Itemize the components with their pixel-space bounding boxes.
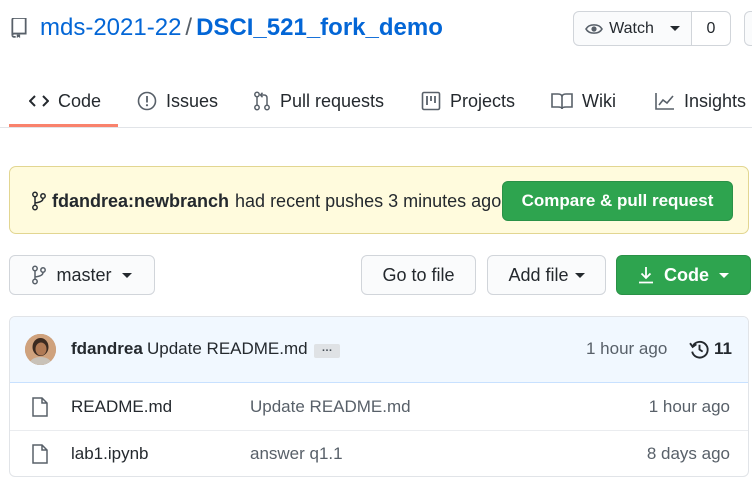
commit-time: 1 hour ago bbox=[586, 339, 668, 358]
add-file-label: Add file bbox=[508, 264, 569, 285]
code-download-button[interactable]: Code bbox=[616, 255, 751, 295]
branch-name: master bbox=[56, 264, 112, 285]
tab-code[interactable]: Code bbox=[29, 74, 101, 128]
file-commit-time: 8 days ago bbox=[646, 444, 730, 463]
graph-icon bbox=[655, 93, 674, 110]
file-commit-message-link[interactable]: Update README.md bbox=[250, 397, 411, 417]
download-icon bbox=[639, 267, 653, 284]
branch-select-button[interactable]: master bbox=[9, 255, 155, 295]
project-icon bbox=[421, 91, 441, 111]
watch-button[interactable]: Watch bbox=[573, 11, 692, 46]
latest-commit-bar: fdandrea Update README.md … 1 hour ago 1… bbox=[10, 317, 748, 383]
tab-wiki[interactable]: Wiki bbox=[551, 74, 616, 128]
file-commit-time: 1 hour ago bbox=[648, 397, 730, 416]
file-list: fdandrea Update README.md … 1 hour ago 1… bbox=[9, 316, 749, 477]
table-row: lab1.ipynb answer q1.1 8 days ago bbox=[10, 430, 748, 476]
issue-icon bbox=[137, 91, 157, 111]
book-icon bbox=[551, 93, 573, 110]
tab-projects-label: Projects bbox=[450, 90, 516, 111]
chevron-down-icon bbox=[121, 272, 132, 278]
repo-owner-link[interactable]: mds-2021-22 bbox=[40, 14, 181, 41]
repo-separator: / bbox=[185, 14, 193, 41]
branch-icon bbox=[32, 191, 46, 211]
star-button[interactable] bbox=[744, 11, 752, 46]
file-icon bbox=[32, 397, 48, 417]
file-name-link[interactable]: README.md bbox=[71, 397, 172, 417]
tab-projects[interactable]: Projects bbox=[421, 74, 515, 128]
file-icon bbox=[32, 444, 48, 464]
repo-title: mds-2021-22/DSCI_521_fork_demo bbox=[40, 12, 443, 44]
branch-icon bbox=[32, 265, 47, 285]
tab-insights[interactable]: Insights bbox=[655, 74, 746, 128]
code-button-label: Code bbox=[664, 264, 709, 285]
repo-icon bbox=[11, 18, 27, 38]
file-name-link[interactable]: lab1.ipynb bbox=[71, 444, 149, 464]
commit-count-link[interactable]: 11 bbox=[714, 339, 732, 359]
chevron-down-icon bbox=[669, 26, 680, 31]
history-icon bbox=[689, 340, 709, 359]
recent-push-message: fdandrea:newbranch had recent pushes 3 m… bbox=[32, 189, 501, 213]
code-icon bbox=[29, 95, 49, 107]
avatar[interactable] bbox=[25, 334, 56, 365]
avatar-image bbox=[25, 334, 56, 365]
tab-issues[interactable]: Issues bbox=[137, 74, 218, 128]
repo-name-link[interactable]: DSCI_521_fork_demo bbox=[196, 14, 443, 41]
commit-author-link[interactable]: fdandrea bbox=[71, 339, 143, 359]
recent-push-text: had recent pushes 3 minutes ago bbox=[235, 191, 502, 211]
commit-details-toggle[interactable]: … bbox=[314, 343, 340, 358]
chevron-down-icon bbox=[719, 272, 729, 278]
tab-issues-label: Issues bbox=[166, 90, 219, 111]
compare-pull-request-button[interactable]: Compare & pull request bbox=[502, 181, 733, 221]
tab-pull-requests[interactable]: Pull requests bbox=[253, 74, 384, 128]
tab-code-label: Code bbox=[58, 90, 102, 111]
watch-label: Watch bbox=[609, 19, 654, 37]
commit-message-link[interactable]: Update README.md bbox=[147, 339, 308, 359]
tab-insights-label: Insights bbox=[684, 90, 747, 111]
repo-nav: Code Issues Pull requests Projects Wiki … bbox=[0, 74, 752, 128]
active-tab-indicator bbox=[9, 124, 118, 127]
watch-count[interactable]: 0 bbox=[691, 11, 731, 46]
chevron-down-icon bbox=[574, 272, 585, 278]
tab-pull-requests-label: Pull requests bbox=[280, 90, 385, 111]
go-to-file-button[interactable]: Go to file bbox=[361, 255, 476, 295]
pushed-branch-link[interactable]: fdandrea:newbranch bbox=[52, 189, 229, 213]
pull-request-icon bbox=[254, 91, 270, 111]
table-row: README.md Update README.md 1 hour ago bbox=[10, 384, 748, 430]
tab-wiki-label: Wiki bbox=[582, 90, 616, 111]
eye-icon bbox=[585, 23, 604, 34]
add-file-button[interactable]: Add file bbox=[487, 255, 606, 295]
file-commit-message-link[interactable]: answer q1.1 bbox=[250, 444, 343, 464]
